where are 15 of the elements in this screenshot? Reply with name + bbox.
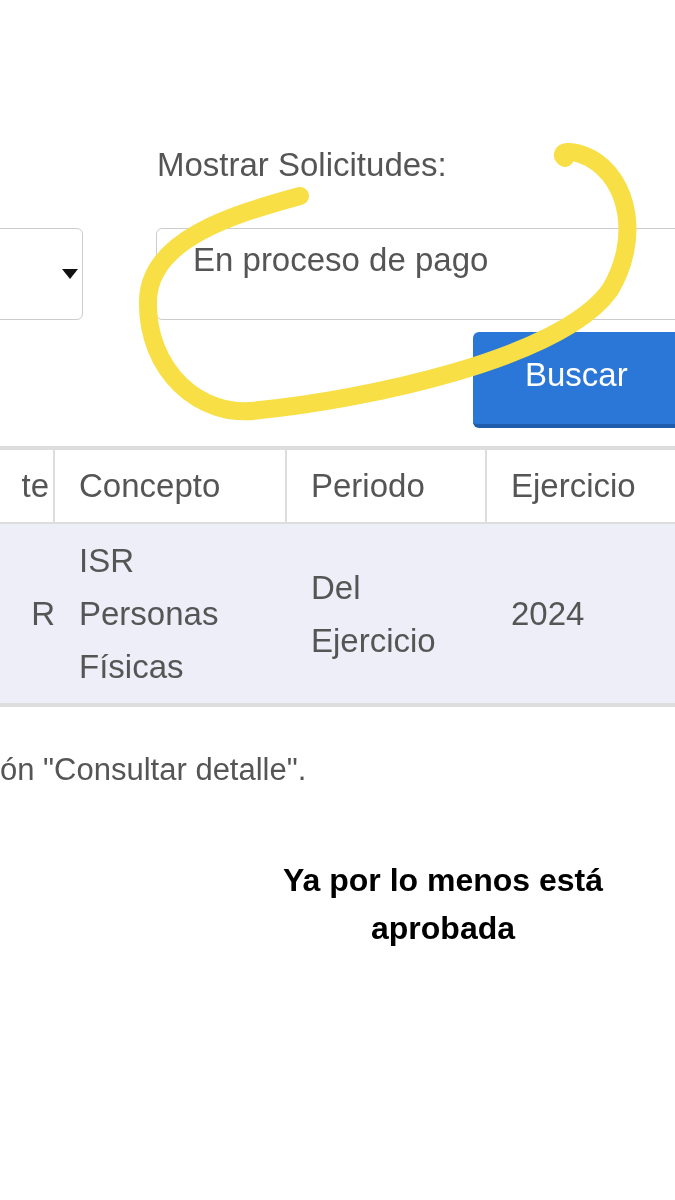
instruction-text: ón "Consultar detalle".: [0, 752, 307, 787]
table-cell-text: 2024: [511, 594, 585, 634]
table-cell-text: Del Ejercicio: [311, 567, 437, 661]
column-header: Concepto: [55, 450, 287, 522]
column-header: Periodo: [287, 450, 487, 522]
search-button[interactable]: Buscar: [473, 332, 675, 428]
table-cell-text: ISR Personas Físicas: [79, 541, 220, 687]
dropdown[interactable]: [0, 228, 83, 320]
column-header: te: [0, 450, 55, 522]
caret-icon: [62, 269, 78, 279]
status-dropdown[interactable]: En proceso de pago: [156, 228, 675, 320]
story-caption: Ya por lo menos está aprobada: [281, 860, 605, 948]
filter-label: Mostrar Solicitudes:: [157, 145, 447, 185]
table-cell-text: R: [31, 594, 55, 634]
column-header: Ejercicio: [510, 466, 637, 507]
